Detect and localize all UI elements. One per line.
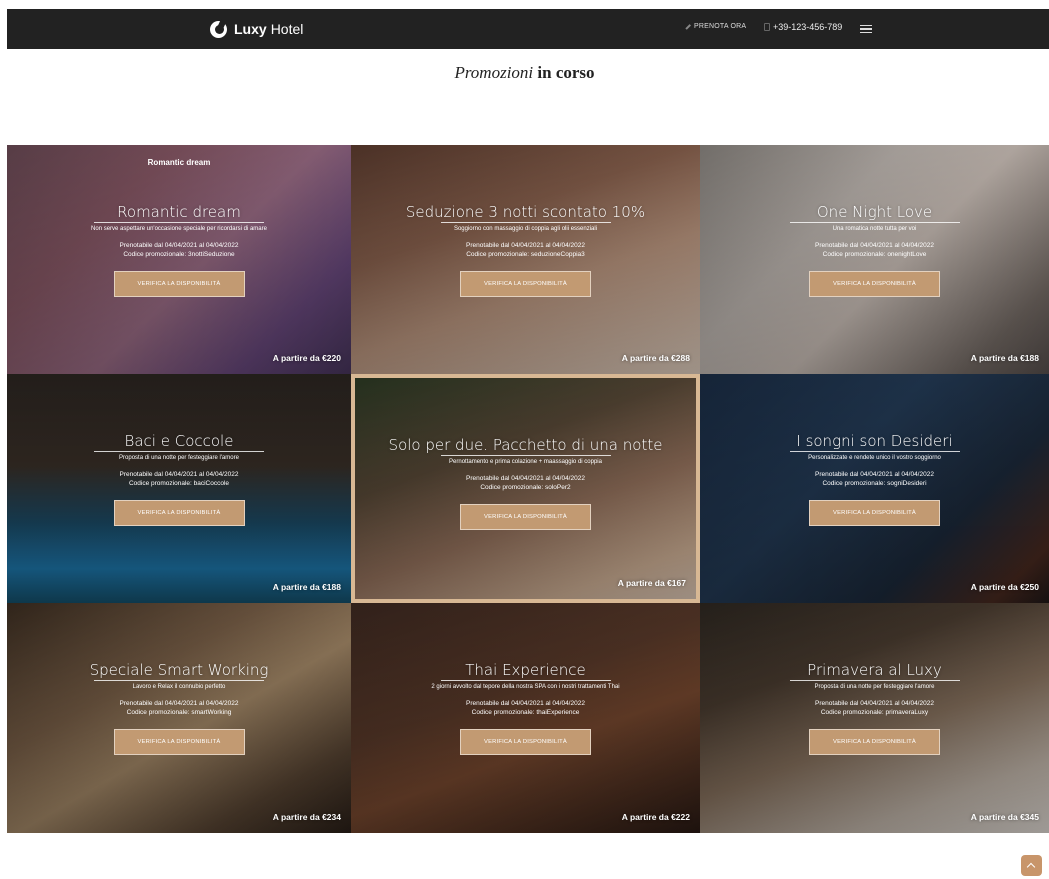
check-availability-button[interactable]: VERIFICA LA DISPONIBILITÀ [809, 271, 940, 297]
phone-icon [764, 23, 770, 31]
promo-title: Seduzione 3 notti scontato 10% [405, 203, 646, 221]
promo-subtitle: Una romatica notte tutta per voi [832, 226, 917, 232]
promo-title: Primavera al Luxy [807, 661, 942, 679]
phone-link[interactable]: +39-123-456-789 [764, 22, 842, 32]
promo-subtitle: Soggiorno con massaggio di coppia agli o… [453, 226, 598, 232]
book-now-label: PRENOTA ORA [694, 23, 747, 30]
promo-title: Baci e Coccole [124, 432, 234, 450]
brand-icon [210, 20, 227, 38]
promo-dates: Prenotabile dal 04/04/2021 al 04/04/2022 [815, 471, 934, 478]
promo-divider [94, 222, 264, 223]
promo-card-content: One Night Love Una romatica notte tutta … [700, 203, 1049, 297]
promo-card[interactable]: Baci e Coccole Proposta di una notte per… [7, 374, 351, 603]
promo-subtitle: Proposta di una notte per festeggiare l'… [814, 684, 935, 690]
promo-code: Codice promozionale: soloPer2 [480, 484, 571, 491]
promo-card[interactable]: Primavera al Luxy Proposta di una notte … [700, 603, 1049, 833]
promotions-grid: Romantic dream Romantic dream Non serve … [7, 145, 1049, 833]
promo-dates: Prenotabile dal 04/04/2021 al 04/04/2022 [466, 475, 585, 482]
promo-price: A partire da €220 [272, 353, 341, 363]
promo-card[interactable]: Seduzione 3 notti scontato 10% Soggiorno… [351, 145, 700, 374]
check-availability-button[interactable]: VERIFICA LA DISPONIBILITÀ [809, 500, 940, 526]
promo-title: Thai Experience [465, 661, 586, 679]
promo-divider [789, 222, 960, 223]
promo-card[interactable]: Thai Experience 2 giorni avvolto dal tep… [351, 603, 700, 833]
promo-card-content: Solo per due. Pacchetto di una notte Per… [355, 436, 696, 530]
promo-code: Codice promozionale: 3nottiSeduzione [123, 251, 235, 258]
promo-title: One Night Love [816, 203, 933, 221]
promo-code: Codice promozionale: baciCoccole [128, 480, 230, 487]
promo-price: A partire da €288 [621, 353, 690, 363]
pencil-icon [685, 23, 691, 30]
promo-subtitle: Non serve aspettare un'occasione special… [91, 226, 267, 232]
promo-price: A partire da €234 [272, 812, 341, 822]
promo-subtitle: Personalizzate e rendete unico il vostro… [808, 455, 941, 461]
promo-divider [94, 451, 264, 452]
promo-subtitle: Lavoro e Relax il connubio perfetto [132, 684, 226, 690]
top-navbar: Luxy Hotel PRENOTA ORA +39-123-456-789 [7, 9, 1049, 49]
promo-card[interactable]: I songni son Desideri Personalizzate e r… [700, 374, 1049, 603]
promo-price: A partire da €250 [970, 582, 1039, 592]
promo-divider [789, 680, 960, 681]
phone-number: +39-123-456-789 [773, 22, 843, 32]
promo-dates: Prenotabile dal 04/04/2021 al 04/04/2022 [815, 700, 934, 707]
promo-card-content: Baci e Coccole Proposta di una notte per… [7, 432, 351, 526]
promo-dates: Prenotabile dal 04/04/2021 al 04/04/2022 [119, 700, 239, 707]
promo-dates: Prenotabile dal 04/04/2021 al 04/04/2022 [119, 242, 239, 249]
promo-card[interactable]: Solo per due. Pacchetto di una notte Per… [351, 374, 700, 603]
promo-code: Codice promozionale: onenightLove [822, 251, 927, 258]
page-title: Promozioni in corso [0, 63, 1049, 83]
promo-price: A partire da €188 [272, 582, 341, 592]
check-availability-button[interactable]: VERIFICA LA DISPONIBILITÀ [809, 729, 940, 755]
promo-dates: Prenotabile dal 04/04/2021 al 04/04/2022 [466, 242, 585, 249]
promo-card[interactable]: Romantic dream Romantic dream Non serve … [7, 145, 351, 374]
promo-dates: Prenotabile dal 04/04/2021 al 04/04/2022 [119, 471, 239, 478]
promo-divider [94, 680, 264, 681]
promo-card[interactable]: Speciale Smart Working Lavoro e Relax il… [7, 603, 351, 833]
promo-title: Speciale Smart Working [89, 661, 269, 679]
promo-divider [440, 455, 611, 456]
promo-subtitle: Pernottamento e prima colazione + maassa… [449, 459, 602, 465]
check-availability-button[interactable]: VERIFICA LA DISPONIBILITÀ [113, 729, 245, 755]
promo-price: A partire da €167 [617, 578, 686, 588]
promo-code: Codice promozionale: sogniDesideri [822, 480, 927, 487]
page-title-italic: Promozioni [454, 63, 534, 82]
promo-card-content: Speciale Smart Working Lavoro e Relax il… [7, 661, 351, 755]
promo-card-content: Seduzione 3 notti scontato 10% Soggiorno… [351, 203, 700, 297]
brand-suffix: Hotel [270, 21, 304, 37]
book-now-link[interactable]: PRENOTA ORA [685, 23, 746, 30]
promo-title: Romantic dream [117, 203, 241, 221]
promo-dates: Prenotabile dal 04/04/2021 al 04/04/2022 [466, 700, 585, 707]
scroll-to-top-button[interactable] [1021, 855, 1042, 876]
check-availability-button[interactable]: VERIFICA LA DISPONIBILITÀ [460, 271, 591, 297]
promo-subtitle: 2 giorni avvolto dal tepore della nostra… [431, 684, 620, 690]
promo-card-content: I songni son Desideri Personalizzate e r… [700, 432, 1049, 526]
promo-price: A partire da €222 [621, 812, 690, 822]
promo-divider [440, 222, 611, 223]
brand-name: Luxy [234, 21, 267, 37]
promo-card-content: Primavera al Luxy Proposta di una notte … [700, 661, 1049, 755]
promo-subtitle: Proposta di una notte per festeggiare l'… [119, 455, 239, 461]
check-availability-button[interactable]: VERIFICA LA DISPONIBILITÀ [460, 504, 591, 530]
page-title-bold: in corso [537, 63, 595, 82]
brand-logo[interactable]: Luxy Hotel [210, 19, 303, 39]
promo-divider [440, 680, 611, 681]
promo-code: Codice promozionale: primaveraLuxy [820, 709, 929, 716]
check-availability-button[interactable]: VERIFICA LA DISPONIBILITÀ [113, 271, 245, 297]
promo-title: Solo per due. Pacchetto di una notte [388, 436, 663, 454]
promo-card-content: Romantic dream Non serve aspettare un'oc… [7, 203, 351, 297]
promo-code: Codice promozionale: thaiExperience [471, 709, 580, 716]
hamburger-menu-icon[interactable] [860, 25, 872, 33]
check-availability-button[interactable]: VERIFICA LA DISPONIBILITÀ [460, 729, 591, 755]
check-availability-button[interactable]: VERIFICA LA DISPONIBILITÀ [113, 500, 245, 526]
promo-dates: Prenotabile dal 04/04/2021 al 04/04/2022 [815, 242, 934, 249]
promo-price: A partire da €345 [970, 812, 1039, 822]
promo-card-top-label: Romantic dream [147, 158, 211, 167]
promo-divider [789, 451, 960, 452]
promo-code: Codice promozionale: seduzioneCoppia3 [466, 251, 585, 258]
promo-card-content: Thai Experience 2 giorni avvolto dal tep… [351, 661, 700, 755]
promo-code: Codice promozionale: smartWorking [126, 709, 232, 716]
promo-title: I songni son Desideri [796, 432, 953, 450]
promo-card[interactable]: One Night Love Una romatica notte tutta … [700, 145, 1049, 374]
promo-price: A partire da €188 [970, 353, 1039, 363]
